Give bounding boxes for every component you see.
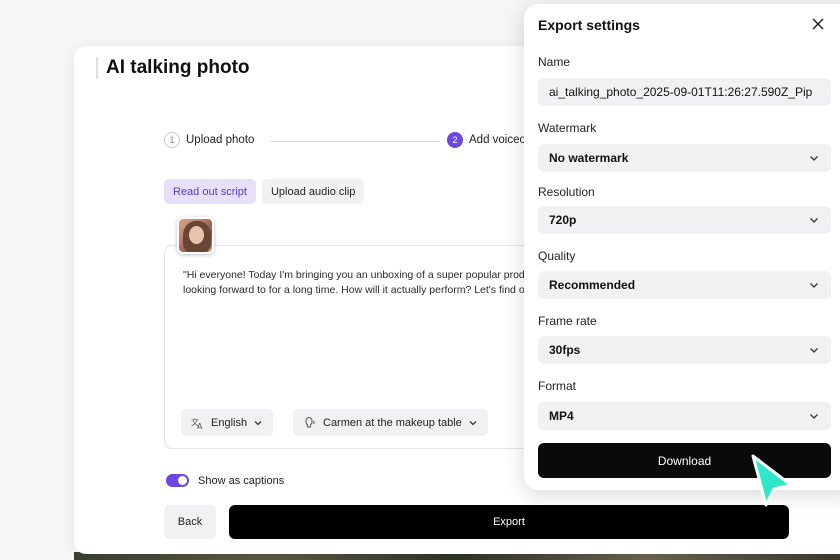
pointer-cursor-icon — [751, 454, 793, 507]
name-label: Name — [538, 55, 571, 69]
export-settings-panel: Export settings Name ai_talking_photo_20… — [524, 4, 840, 490]
chevron-down-icon — [810, 348, 818, 353]
quality-label: Quality — [538, 249, 576, 263]
step-connector — [270, 141, 440, 142]
close-icon — [812, 18, 824, 30]
tab-upload-audio-clip[interactable]: Upload audio clip — [261, 179, 365, 204]
quality-select[interactable]: Recommended — [538, 271, 831, 299]
chevron-down-icon — [810, 283, 818, 288]
translate-icon: 文 A — [191, 417, 203, 430]
quality-value: Recommended — [549, 278, 636, 292]
chevron-down-icon — [254, 420, 262, 425]
resolution-label: Resolution — [538, 185, 595, 199]
frame-rate-select[interactable]: 30fps — [538, 336, 831, 364]
photo-thumbnail[interactable] — [177, 217, 214, 254]
resolution-select[interactable]: 720p — [538, 206, 831, 234]
avatar-face — [189, 226, 204, 244]
export-button[interactable]: Export — [229, 505, 789, 539]
step-number: 2 — [447, 132, 463, 148]
chevron-down-icon — [810, 156, 818, 161]
format-value: MP4 — [549, 409, 574, 423]
back-button[interactable]: Back — [164, 505, 216, 539]
chevron-down-icon — [810, 218, 818, 223]
step-add-voiceover[interactable]: 2 Add voiceo — [447, 132, 526, 148]
step-label: Upload photo — [186, 134, 255, 146]
input-mode-tabs: Read out script Upload audio clip — [164, 179, 365, 204]
step-upload-photo[interactable]: 1 Upload photo — [164, 132, 254, 148]
captions-toggle-row: Show as captions — [166, 474, 284, 487]
close-button[interactable] — [810, 16, 826, 32]
voice-icon — [305, 416, 315, 427]
captions-label: Show as captions — [198, 474, 285, 487]
page-title: AI talking photo — [96, 57, 250, 79]
resolution-value: 720p — [549, 213, 577, 227]
format-label: Format — [538, 379, 577, 393]
frame-rate-label: Frame rate — [538, 314, 597, 328]
format-select[interactable]: MP4 — [538, 402, 831, 430]
tab-read-out-script[interactable]: Read out script — [164, 179, 256, 204]
voice-select[interactable]: Carmen at the makeup table — [293, 409, 488, 436]
captions-toggle[interactable] — [166, 474, 189, 487]
panel-title: Export settings — [538, 17, 640, 33]
frame-rate-value: 30fps — [549, 343, 581, 357]
watermark-select[interactable]: No watermark — [538, 144, 831, 172]
voice-label: Carmen at the makeup table — [323, 416, 462, 429]
step-label: Add voiceo — [469, 134, 526, 146]
watermark-label: Watermark — [538, 121, 597, 135]
watermark-value: No watermark — [549, 151, 629, 165]
language-label: English — [211, 416, 248, 429]
name-field[interactable]: ai_talking_photo_2025-09-01T11:26:27.590… — [538, 78, 831, 106]
chevron-down-icon — [469, 420, 477, 425]
chevron-down-icon — [810, 414, 818, 419]
language-select[interactable]: 文 A English — [181, 409, 274, 436]
svg-text:A: A — [197, 422, 203, 430]
name-value: ai_talking_photo_2025-09-01T11:26:27.590… — [549, 85, 813, 99]
step-number: 1 — [164, 132, 180, 148]
